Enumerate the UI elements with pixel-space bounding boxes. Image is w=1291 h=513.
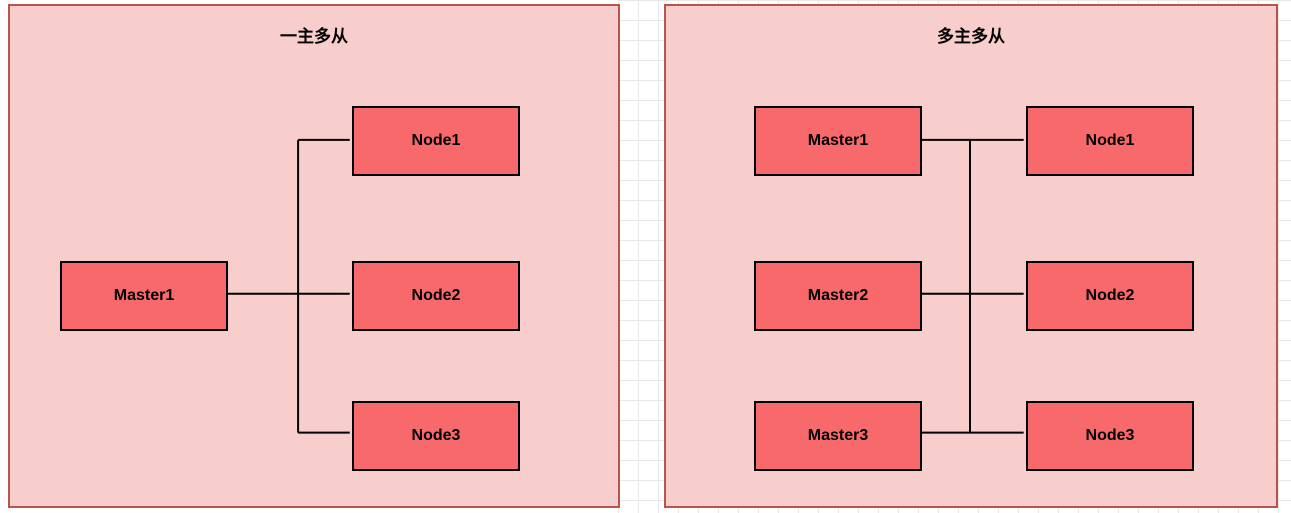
node-label: Node2 <box>1086 287 1135 305</box>
panel-multi-master: 多主多从 Master1 Master2 Master3 Node1 Node2… <box>664 4 1278 508</box>
panel-title-left: 一主多从 <box>10 22 618 47</box>
node-label: Node3 <box>412 427 461 445</box>
node-box: Node3 <box>1026 401 1194 471</box>
node-box: Node2 <box>1026 261 1194 331</box>
master-box: Master1 <box>754 106 922 176</box>
panel-title-right: 多主多从 <box>666 22 1276 47</box>
connectors-left <box>10 6 618 506</box>
master-label: Master3 <box>808 427 868 445</box>
node-box: Node3 <box>352 401 520 471</box>
panel-single-master: 一主多从 Master1 Node1 Node2 Node3 <box>8 4 620 508</box>
master-label: Master2 <box>808 287 868 305</box>
master-box: Master2 <box>754 261 922 331</box>
node-box: Node1 <box>352 106 520 176</box>
master-label: Master1 <box>114 287 174 305</box>
master-box: Master1 <box>60 261 228 331</box>
node-box: Node1 <box>1026 106 1194 176</box>
master-label: Master1 <box>808 132 868 150</box>
node-label: Node1 <box>1086 132 1135 150</box>
node-label: Node2 <box>412 287 461 305</box>
node-label: Node1 <box>412 132 461 150</box>
node-box: Node2 <box>352 261 520 331</box>
master-box: Master3 <box>754 401 922 471</box>
node-label: Node3 <box>1086 427 1135 445</box>
